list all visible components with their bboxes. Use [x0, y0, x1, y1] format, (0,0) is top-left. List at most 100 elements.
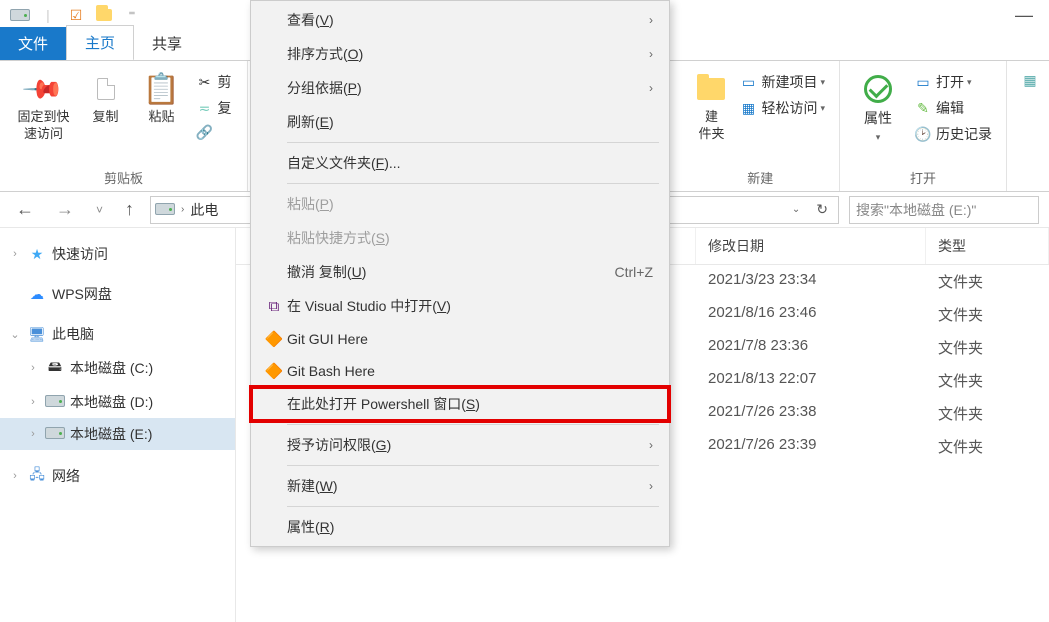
cut-button[interactable]: ✂剪: [190, 69, 238, 95]
ctx-paste-shortcut: 粘贴快捷方式(S): [251, 221, 669, 255]
cell-type: 文件夹: [926, 331, 1049, 364]
tree-label: 此电脑: [52, 324, 94, 344]
folder-icon: [94, 5, 114, 25]
ribbon-group-clipboard: 📌 固定到快 速访问 复制 📋 粘贴 ✂剪 ≂复 🔗 剪贴板: [0, 61, 248, 191]
chevron-down-icon[interactable]: ⌄: [788, 204, 804, 215]
ctx-separator: [287, 424, 659, 425]
drive-icon: [44, 426, 66, 442]
ctx-separator: [287, 183, 659, 184]
star-icon: ★: [26, 246, 48, 263]
ribbon-group-new: 建 件夹 ▭新建项目 ▦轻松访问 新建: [681, 61, 840, 191]
select-all-icon: ▦: [1021, 72, 1039, 89]
qa-dropdown[interactable]: ⁼: [122, 5, 142, 25]
ctx-new[interactable]: 新建(W)›: [251, 469, 669, 503]
ribbon-group-select: ▦: [1007, 61, 1049, 191]
copy-icon: [97, 69, 115, 109]
minimize-button[interactable]: —: [1005, 3, 1043, 28]
open-button[interactable]: ▭打开: [908, 69, 998, 95]
network-icon: 🖧: [26, 464, 48, 488]
ctx-view[interactable]: 查看(V)›: [251, 3, 669, 37]
easy-access-label: 轻松访问: [761, 98, 817, 118]
tree-label: 本地磁盘 (C:): [70, 358, 153, 378]
check-icon: [864, 69, 892, 109]
history-label: 历史记录: [936, 124, 992, 144]
easy-access-button[interactable]: ▦轻松访问: [733, 95, 831, 121]
copypath-button[interactable]: ≂复: [190, 95, 238, 121]
tree-label: 网络: [52, 466, 80, 486]
ctx-group[interactable]: 分组依据(P)›: [251, 71, 669, 105]
drive-icon: 🖴: [44, 356, 66, 380]
properties-label: 属性: [864, 110, 892, 126]
nav-tree: ›★快速访问 ☁WPS网盘 ⌄🖥此电脑 ›🖴本地磁盘 (C:) ›本地磁盘 (D…: [0, 228, 236, 622]
ctx-git-bash[interactable]: 🔶Git Bash Here: [251, 355, 669, 387]
refresh-button[interactable]: ↻: [810, 201, 834, 218]
tab-share[interactable]: 共享: [134, 27, 200, 60]
drive-icon: [155, 202, 175, 218]
new-folder-button[interactable]: 建 件夹: [691, 65, 731, 143]
copy-label: 复制: [92, 109, 118, 126]
ctx-git-gui[interactable]: 🔶Git GUI Here: [251, 323, 669, 355]
tree-network[interactable]: ›🖧网络: [0, 458, 235, 494]
select-all-button[interactable]: ▦: [1015, 69, 1049, 92]
tree-this-pc[interactable]: ⌄🖥此电脑: [0, 318, 235, 350]
nav-back-button[interactable]: ←: [10, 197, 40, 222]
tree-quick-access[interactable]: ›★快速访问: [0, 238, 235, 270]
nav-recent-button[interactable]: ˅: [90, 201, 109, 219]
pin-label: 固定到快 速访问: [17, 109, 69, 143]
history-icon: 🕑: [914, 126, 932, 143]
ctx-undo[interactable]: 撤消 复制(U)Ctrl+Z: [251, 255, 669, 289]
tree-drive-c[interactable]: ›🖴本地磁盘 (C:): [0, 350, 235, 386]
easy-access-icon: ▦: [739, 100, 757, 117]
nav-up-button[interactable]: ↑: [119, 197, 140, 222]
paste-shortcut-button[interactable]: 🔗: [190, 121, 238, 144]
new-folder-label: 建 件夹: [698, 109, 724, 143]
ctx-open-vs[interactable]: ⧉在 Visual Studio 中打开(V): [251, 289, 669, 323]
search-placeholder: 搜索"本地磁盘 (E:)": [856, 200, 976, 220]
tab-file[interactable]: 文件: [0, 27, 66, 60]
tree-wps[interactable]: ☁WPS网盘: [0, 278, 235, 310]
col-date[interactable]: 修改日期: [696, 228, 926, 264]
ribbon-group-open: 属性▾ ▭打开 ✎编辑 🕑历史记录 打开: [840, 61, 1007, 191]
new-item-button[interactable]: ▭新建项目: [733, 69, 831, 95]
git-icon: 🔶: [261, 362, 287, 380]
path-icon: ≂: [196, 100, 214, 117]
nav-forward-button[interactable]: →: [50, 197, 80, 222]
open-label: 打开: [936, 72, 964, 92]
pin-icon: 📌: [27, 69, 59, 109]
cell-date: 2021/3/23 23:34: [696, 265, 926, 298]
visual-studio-icon: ⧉: [261, 298, 287, 315]
new-item-icon: ▭: [739, 74, 757, 91]
new-folder-icon: [697, 69, 725, 109]
copy-button[interactable]: 复制: [80, 65, 132, 126]
ctx-customize-folder[interactable]: 自定义文件夹(F)...: [251, 146, 669, 180]
cell-date: 2021/7/8 23:36: [696, 331, 926, 364]
ctx-sort[interactable]: 排序方式(O)›: [251, 37, 669, 71]
ctx-separator: [287, 506, 659, 507]
col-type[interactable]: 类型: [926, 228, 1049, 264]
divider-icon: |: [38, 5, 58, 25]
cell-date: 2021/8/16 23:46: [696, 298, 926, 331]
ctx-give-access[interactable]: 授予访问权限(G)›: [251, 428, 669, 462]
history-button[interactable]: 🕑历史记录: [908, 121, 998, 147]
tree-drive-d[interactable]: ›本地磁盘 (D:): [0, 386, 235, 418]
pin-to-quick-access-button[interactable]: 📌 固定到快 速访问: [12, 65, 76, 143]
ctx-properties[interactable]: 属性(R): [251, 510, 669, 544]
paste-button[interactable]: 📋 粘贴: [136, 65, 188, 126]
chevron-right-icon[interactable]: ›: [181, 204, 184, 215]
clipboard-extra: ✂剪 ≂复 🔗: [190, 65, 238, 144]
ctx-separator: [287, 465, 659, 466]
edit-button[interactable]: ✎编辑: [908, 95, 998, 121]
edit-label: 编辑: [936, 98, 964, 118]
ctx-open-powershell[interactable]: 在此处打开 Powershell 窗口(S): [251, 387, 669, 421]
properties-button[interactable]: 属性▾: [850, 65, 906, 145]
group-label-select: [1030, 172, 1034, 189]
group-label-new: 新建: [747, 168, 773, 189]
tab-home[interactable]: 主页: [66, 25, 134, 61]
ctx-refresh[interactable]: 刷新(E): [251, 105, 669, 139]
git-icon: 🔶: [261, 330, 287, 348]
tree-label: 本地磁盘 (E:): [70, 424, 152, 444]
search-input[interactable]: 搜索"本地磁盘 (E:)": [849, 196, 1039, 224]
tree-drive-e[interactable]: ›本地磁盘 (E:): [0, 418, 235, 450]
open-icon: ▭: [914, 74, 932, 91]
cell-type: 文件夹: [926, 265, 1049, 298]
